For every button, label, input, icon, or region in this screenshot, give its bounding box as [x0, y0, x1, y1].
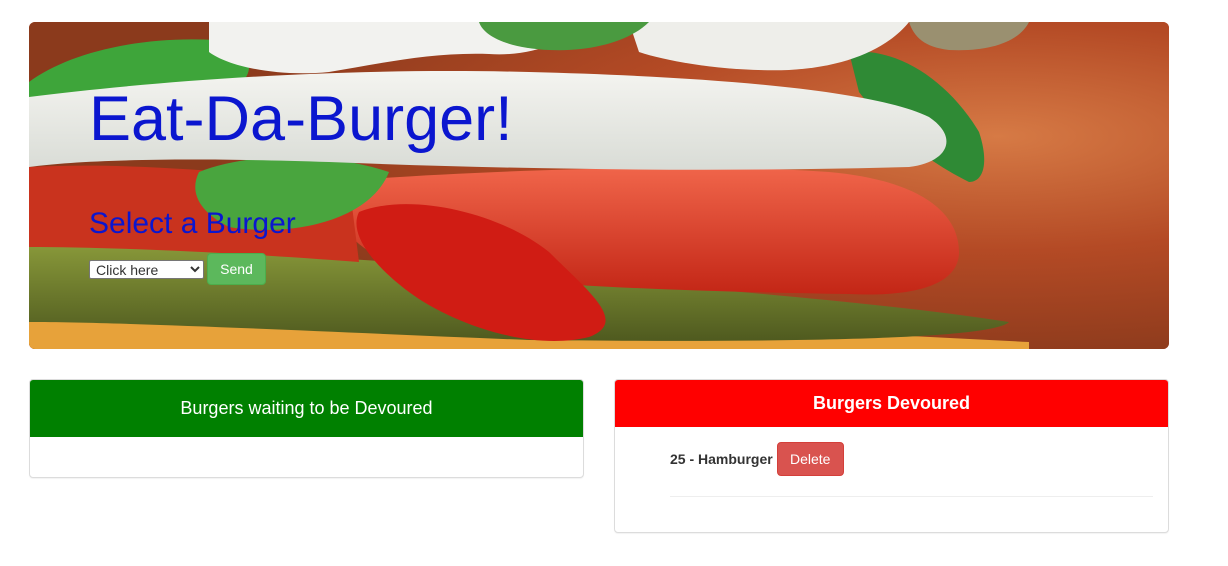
delete-button[interactable]: Delete [776, 442, 844, 476]
waiting-burgers-list [30, 437, 583, 452]
waiting-burgers-heading: Burgers waiting to be Devoured [30, 380, 583, 437]
waiting-burgers-panel: Burgers waiting to be Devoured [29, 379, 584, 478]
devoured-burgers-panel: Burgers Devoured 25 - Hamburger Delete [614, 379, 1169, 533]
burger-select[interactable]: Click here [89, 259, 204, 279]
devoured-burgers-heading: Burgers Devoured [615, 380, 1168, 427]
burger-background-image [29, 22, 1169, 349]
select-burger-heading: Select a Burger [89, 207, 296, 240]
page-title: Eat-Da-Burger! [89, 84, 513, 154]
list-item: 25 - Hamburger Delete [670, 442, 1153, 497]
burger-name: 25 - Hamburger [670, 451, 773, 467]
burger-form: Click here Send [89, 253, 266, 285]
hero-jumbotron: Eat-Da-Burger! Select a Burger Click her… [29, 22, 1169, 349]
send-button[interactable]: Send [207, 253, 266, 285]
devoured-burgers-list: 25 - Hamburger Delete [615, 427, 1168, 497]
